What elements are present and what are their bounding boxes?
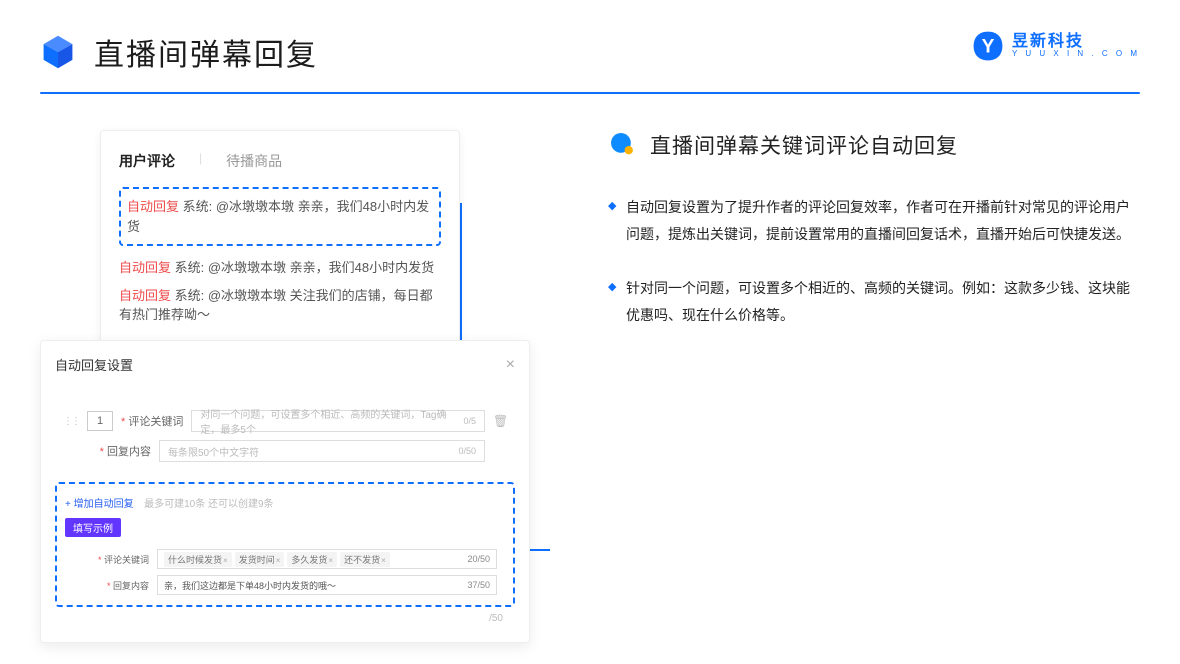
add-note: 最多可建10条 还可以创建9条 [144,499,273,510]
keyword-tag[interactable]: 多久发货× [287,552,337,567]
keyword-tag[interactable]: 什么时候发货× [164,552,232,567]
comment-text: 系统: @冰墩墩本墩 亲亲，我们48小时内发货 [175,260,435,275]
cube-logo-icon [40,34,76,70]
page-title: 直播间弹幕回复 [94,30,318,74]
description-panel: 直播间弹幕关键词评论自动回复 自动回复设置为了提升作者的评论回复效率，作者可在开… [560,130,1140,356]
delete-icon[interactable]: 🗑 [493,414,507,428]
content-input[interactable]: 每条限50个中文字符 0/50 [159,440,485,462]
tab-divider: | [199,151,202,171]
page-header: 直播间弹幕回复 Y 昱新科技 Y U U X I N . C O M [0,0,1180,74]
tab-pending-goods[interactable]: 待播商品 [226,151,282,171]
keyword-input[interactable]: 对同一个问题，可设置多个相近、高频的关键词，Tag确定，最多5个 0/5 [191,410,485,432]
auto-reply-badge: 自动回复 [119,288,171,303]
comments-card: 用户评论 | 待播商品 自动回复 系统: @冰墩墩本墩 亲亲，我们48小时内发货… [100,130,460,354]
auto-reply-badge: 自动回复 [119,260,171,275]
highlighted-comment: 自动回复 系统: @冰墩墩本墩 亲亲，我们48小时内发货 [119,187,441,246]
drag-handle-icon[interactable]: ⋮⋮ [63,416,79,427]
index-box: 1 [87,411,113,431]
keyword-tag[interactable]: 还不发货× [340,552,390,567]
brand-logo-icon: Y [972,30,1004,62]
ex-content-label: 回复内容 [113,581,149,591]
content-label: 回复内容 [107,446,151,458]
chat-blob-icon [610,132,636,158]
settings-title: 自动回复设置 [55,355,133,374]
bullet-2: 针对同一个问题，可设置多个相近的、高频的关键词。例如：这款多少钱、这块能优惠吗、… [626,275,1140,328]
ex-keyword-input[interactable]: 什么时候发货×发货时间×多久发货×还不发货× 20/50 [157,549,497,569]
illustration-panel: 用户评论 | 待播商品 自动回复 系统: @冰墩墩本墩 亲亲，我们48小时内发货… [40,130,560,356]
keyword-tag[interactable]: 发货时间× [235,552,285,567]
keyword-label: 评论关键词 [128,416,183,428]
close-icon[interactable]: × [506,356,515,374]
add-auto-reply-link[interactable]: + 增加自动回复 [65,499,134,510]
brand-name: 昱新科技 [1012,33,1140,51]
settings-card: 自动回复设置 × ⋮⋮ 1 * 评论关键词 对同一个问题，可设置多个相近、高频的… [40,340,530,643]
example-button[interactable]: 填写示例 [65,518,121,537]
auto-reply-badge: 自动回复 [127,199,179,214]
svg-text:Y: Y [982,36,995,57]
example-box: + 增加自动回复 最多可建10条 还可以创建9条 填写示例 * 评论关键词 什么… [55,482,515,607]
brand-domain: Y U U X I N . C O M [1012,50,1140,59]
footer-counter: /50 [55,607,515,624]
bullet-1: 自动回复设置为了提升作者的评论回复效率，作者可在开播前针对常见的评论用户问题，提… [626,194,1140,247]
ex-keyword-label: 评论关键词 [104,555,149,565]
section-title: 直播间弹幕关键词评论自动回复 [650,130,958,160]
tab-user-comments[interactable]: 用户评论 [119,151,175,171]
brand-block: Y 昱新科技 Y U U X I N . C O M [972,30,1140,62]
ex-content-input[interactable]: 亲，我们这边都是下单48小时内发货的哦～ 37/50 [157,575,497,595]
